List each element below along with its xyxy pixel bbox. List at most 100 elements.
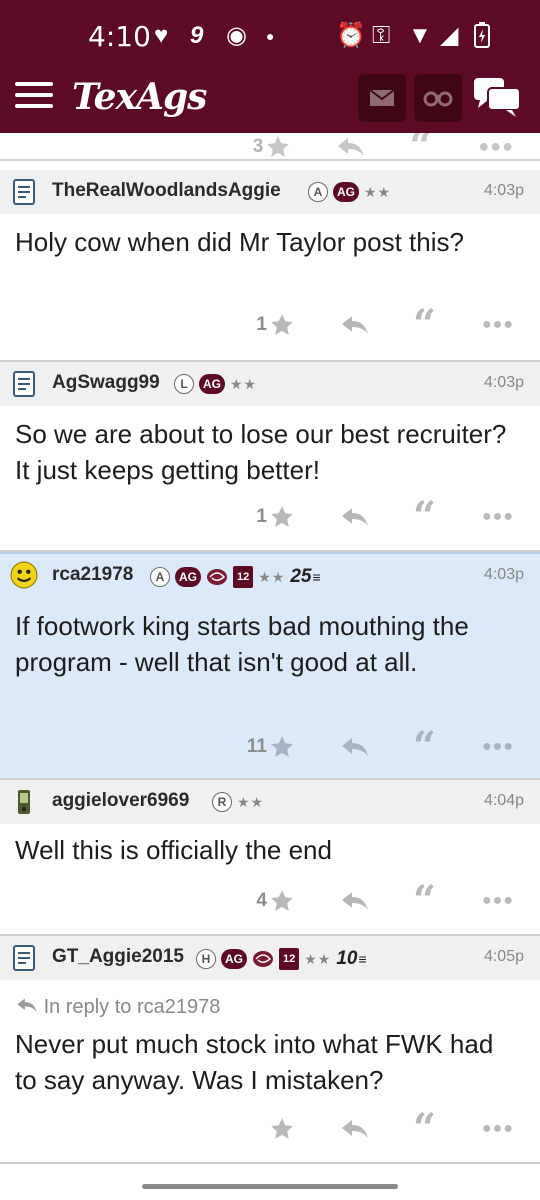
texags-logo[interactable]: TexAgs (72, 76, 207, 118)
post-body: So we are about to lose our best recruit… (15, 419, 507, 485)
badge-ag: AG (221, 949, 247, 969)
battery-icon (474, 22, 490, 55)
post-actions: 1 “ ●●● (256, 305, 514, 345)
reply-to-text: In reply to rca21978 (43, 996, 221, 1018)
post-time: 4:03p (483, 566, 524, 583)
post-header: rca21978 A AG 12 ★★ 25 ≡ 4:03p (0, 554, 540, 598)
alarm-icon: ⏰ (336, 22, 366, 49)
more-icon[interactable]: ●●● (482, 738, 514, 756)
more-icon[interactable]: ●●● (478, 136, 514, 157)
more-dot-icon: ● (266, 28, 275, 44)
quote-icon[interactable]: “ (413, 1109, 436, 1149)
more-icon[interactable]: ●●● (482, 1120, 514, 1138)
star-icon[interactable] (269, 888, 295, 914)
menu-icon[interactable] (15, 82, 53, 110)
badge-letter: L (174, 374, 194, 394)
wifi-icon: ▼ (408, 22, 432, 49)
quote-icon[interactable]: “ (413, 881, 436, 921)
quote-icon[interactable]: “ (413, 305, 436, 345)
user-stars: ★★ (230, 375, 258, 392)
like-count: 4 (256, 890, 267, 911)
post: GT_Aggie2015 H AG 12 ★★ 10 ≡ 4:05p In re… (0, 936, 540, 1164)
reply-icon[interactable] (341, 314, 369, 336)
notification-9-icon: 9 (190, 22, 204, 49)
chat-icon[interactable] (472, 76, 522, 123)
no-signal-icon: ◢ (440, 22, 459, 49)
username[interactable]: TheRealWoodlandsAggie (52, 180, 281, 202)
username[interactable]: AgSwagg99 (52, 372, 160, 394)
badge-ag: AG (333, 182, 359, 202)
heart-icon: ♥ (154, 22, 169, 49)
points-bars-icon: ≡ (358, 951, 367, 967)
post-time: 4:04p (483, 792, 524, 809)
reply-icon[interactable] (341, 890, 369, 912)
smiley-icon (10, 561, 38, 589)
post-header: TheRealWoodlandsAggie A AG ★★ 4:03p (0, 170, 540, 214)
quote-icon[interactable]: “ (413, 497, 436, 537)
post-actions: 1 “ ●●● (256, 497, 514, 537)
post: TheRealWoodlandsAggie A AG ★★ 4:03p Holy… (0, 170, 540, 362)
post-body: Holy cow when did Mr Taylor post this? (15, 227, 464, 257)
home-gesture-pill[interactable] (142, 1184, 398, 1189)
chrome-icon: ◉ (226, 22, 247, 49)
user-badges: A AG ★★ (308, 182, 391, 202)
badge-12: 12 (233, 566, 254, 588)
post-icon (13, 371, 35, 397)
reply-icon[interactable] (341, 506, 369, 528)
key-icon: ⚿ (372, 22, 391, 49)
user-points: 25 (290, 566, 312, 587)
more-icon[interactable]: ●●● (482, 508, 514, 526)
badge-letter: A (308, 182, 328, 202)
user-stars: ★★ (237, 793, 265, 810)
post-actions: “ ●●● (269, 1109, 514, 1149)
mail-icon (369, 89, 395, 106)
post-body: Never put much stock into what FWK had t… (15, 1029, 494, 1095)
messages-button[interactable] (358, 74, 406, 122)
binoculars-icon (423, 91, 453, 107)
user-points: 10 (336, 948, 358, 969)
phone-icon (18, 790, 30, 814)
more-icon[interactable]: ●●● (482, 316, 514, 334)
post-actions: 11 “ ●●● (246, 727, 514, 767)
star-icon[interactable] (265, 134, 291, 160)
app-bar: TexAgs (0, 70, 540, 128)
post-body: Well this is officially the end (15, 835, 332, 865)
user-badges: R ★★ (212, 792, 264, 812)
star-icon[interactable] (269, 312, 295, 338)
post-time: 4:03p (483, 182, 524, 199)
watch-button[interactable] (414, 74, 462, 122)
reply-icon[interactable] (341, 736, 369, 758)
reply-icon[interactable] (337, 136, 365, 158)
username[interactable]: aggielover6969 (52, 790, 189, 812)
post-highlighted: rca21978 A AG 12 ★★ 25 ≡ 4:03p If footwo… (0, 552, 540, 780)
star-icon[interactable] (269, 734, 295, 760)
post-time: 4:03p (483, 374, 524, 391)
badge-12: 12 (279, 948, 300, 970)
like-count: 1 (256, 314, 267, 335)
user-badges: L AG ★★ (174, 374, 257, 394)
badge-letter: H (196, 949, 216, 969)
badge-letter: A (150, 567, 170, 587)
post-header: aggielover6969 R ★★ 4:04p (0, 780, 540, 824)
post: aggielover6969 R ★★ 4:04p Well this is o… (0, 780, 540, 936)
username[interactable]: rca21978 (52, 564, 133, 586)
reply-to-link[interactable]: In reply to rca21978 (16, 996, 220, 1019)
post-actions: 4 “ ●●● (256, 881, 514, 921)
more-icon[interactable]: ●●● (482, 892, 514, 910)
like-count: 11 (246, 736, 267, 757)
user-stars: ★★ (304, 950, 332, 967)
like-count: 1 (256, 506, 267, 527)
star-icon[interactable] (269, 1116, 295, 1142)
post-time: 4:05p (483, 948, 524, 965)
user-badges: H AG 12 ★★ 10 ≡ (196, 948, 367, 970)
quote-icon[interactable]: “ (413, 727, 436, 767)
user-stars: ★★ (364, 183, 392, 200)
points-bars-icon: ≡ (312, 569, 321, 585)
system-nav-bar (0, 1170, 540, 1200)
star-icon[interactable] (269, 504, 295, 530)
username[interactable]: GT_Aggie2015 (52, 946, 184, 968)
reply-icon[interactable] (341, 1118, 369, 1140)
swirl-badge-icon (253, 951, 273, 967)
post-header: AgSwagg99 L AG ★★ 4:03p (0, 362, 540, 406)
post-icon (13, 179, 35, 205)
